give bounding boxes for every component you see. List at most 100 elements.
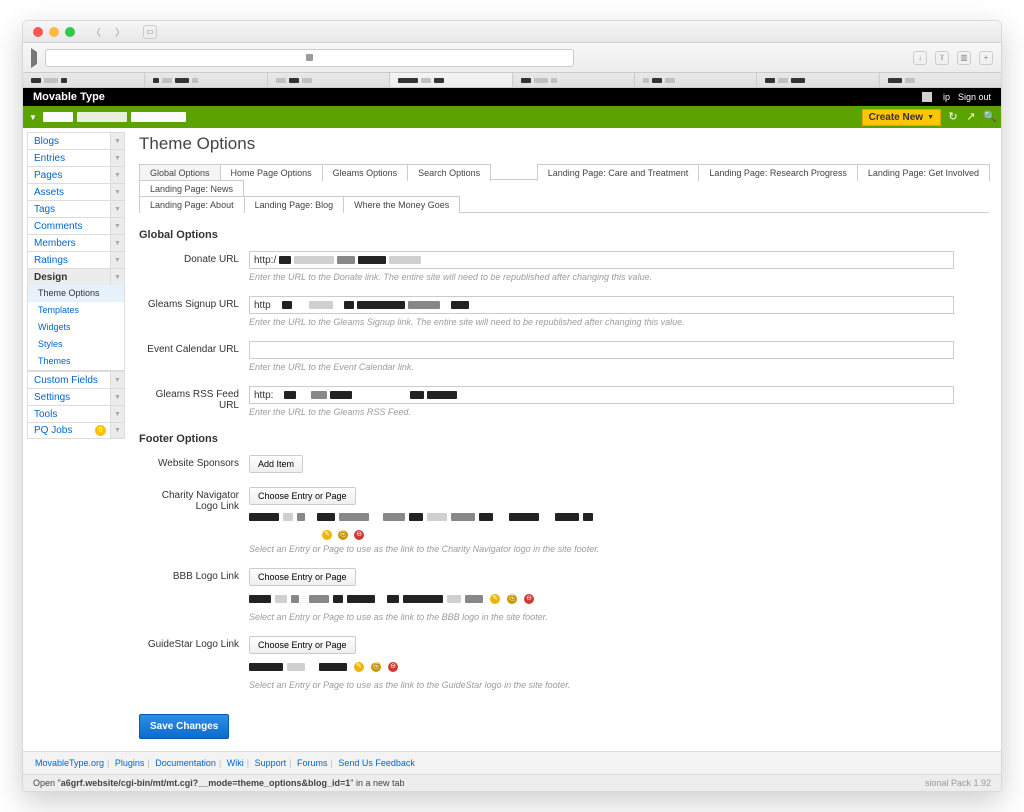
remove-icon[interactable]: ⊖ <box>354 530 364 540</box>
tab-global[interactable]: Global Options <box>139 164 221 181</box>
sidebar-item-design[interactable]: Design▼ <box>27 268 125 285</box>
address-bar[interactable] <box>45 49 574 67</box>
link-mt-org[interactable]: MovableType.org <box>35 758 104 768</box>
input-gleams-signup[interactable]: http <box>249 296 954 314</box>
sidebar-item-comments[interactable]: Comments▼ <box>27 217 125 234</box>
link-icon[interactable]: ⎘ <box>338 530 348 540</box>
sidebar-sub-design: Theme Options Templates Widgets Styles T… <box>27 285 125 371</box>
app-window: 〈 〉 ▭ ↓ ⇪ ▥ + Movable Type ip Sign out ▼ <box>22 20 1002 792</box>
tab-lp-blog[interactable]: Landing Page: Blog <box>244 196 345 213</box>
tab-home[interactable]: Home Page Options <box>220 164 323 181</box>
reader-icon[interactable] <box>31 52 37 64</box>
browser-tab[interactable] <box>268 73 390 87</box>
save-button[interactable]: Save Changes <box>139 714 229 739</box>
hint-charity-nav: Select an Entry or Page to use as the li… <box>249 544 989 554</box>
label-guidestar: GuideStar Logo Link <box>139 636 249 690</box>
label-donate-url: Donate URL <box>139 251 249 282</box>
scope-chevron-icon[interactable]: ▼ <box>29 113 37 122</box>
status-bar: Open "a6grf.website/cgi-bin/mt/mt.cgi?__… <box>23 774 1001 791</box>
tab-lp-money[interactable]: Where the Money Goes <box>343 196 460 213</box>
sidebar-item-custom-fields[interactable]: Custom Fields▼ <box>27 371 125 388</box>
tab-lp-involved[interactable]: Landing Page: Get Involved <box>857 164 990 181</box>
mt-header: Movable Type ip Sign out <box>23 88 1001 106</box>
tab-search[interactable]: Search Options <box>407 164 491 181</box>
btn-choose-charity[interactable]: Choose Entry or Page <box>249 487 356 505</box>
browser-tab[interactable] <box>635 73 757 87</box>
browser-tab[interactable] <box>23 73 145 87</box>
remove-icon[interactable]: ⊖ <box>388 662 398 672</box>
edit-icon[interactable]: ✎ <box>490 594 500 604</box>
tab-lp-news[interactable]: Landing Page: News <box>139 180 244 197</box>
browser-tab[interactable] <box>880 73 1001 87</box>
tabs-icon[interactable]: ▥ <box>957 51 971 65</box>
link-forums[interactable]: Forums <box>297 758 328 768</box>
sidebar-item-blogs[interactable]: Blogs▼ <box>27 132 125 149</box>
sidebar: Blogs▼ Entries▼ Pages▼ Assets▼ Tags▼ Com… <box>23 128 125 751</box>
sidebar-sub-themes[interactable]: Themes <box>28 353 124 370</box>
browser-tab[interactable] <box>145 73 267 87</box>
sidebar-item-tools[interactable]: Tools▼ <box>27 405 125 422</box>
hint-rss-feed: Enter the URL to the Gleams RSS Feed. <box>249 407 989 417</box>
nav-back-icon[interactable]: 〈 <box>91 24 101 39</box>
label-event-cal: Event Calendar URL <box>139 341 249 372</box>
sidebar-item-entries[interactable]: Entries▼ <box>27 149 125 166</box>
browser-tab[interactable] <box>513 73 635 87</box>
label-gleams-signup: Gleams Signup URL <box>139 296 249 327</box>
btn-choose-bbb[interactable]: Choose Entry or Page <box>249 568 356 586</box>
user-link[interactable]: ip <box>943 92 950 102</box>
main-content: Theme Options Global Options Home Page O… <box>125 128 1001 751</box>
btn-choose-guidestar[interactable]: Choose Entry or Page <box>249 636 356 654</box>
zoom-dot[interactable] <box>65 27 75 37</box>
downloads-icon[interactable]: ↓ <box>913 51 927 65</box>
tab-lp-about[interactable]: Landing Page: About <box>139 196 245 213</box>
input-donate-url[interactable]: http:/ <box>249 251 954 269</box>
link-icon[interactable]: ⎘ <box>507 594 517 604</box>
link-feedback[interactable]: Send Us Feedback <box>338 758 415 768</box>
tab-lp-care[interactable]: Landing Page: Care and Treatment <box>537 164 700 181</box>
share-icon[interactable]: ⇪ <box>935 51 949 65</box>
sidebar-sub-styles[interactable]: Styles <box>28 336 124 353</box>
section-global-title: Global Options <box>139 229 989 241</box>
sidebar-item-pq-jobs[interactable]: PQ Jobs0▼ <box>27 422 125 439</box>
browser-tab[interactable] <box>390 73 512 87</box>
link-docs[interactable]: Documentation <box>155 758 216 768</box>
signout-link[interactable]: Sign out <box>958 92 991 102</box>
sidebar-sub-templates[interactable]: Templates <box>28 302 124 319</box>
link-wiki[interactable]: Wiki <box>227 758 244 768</box>
sidebar-item-settings[interactable]: Settings▼ <box>27 388 125 405</box>
link-support[interactable]: Support <box>255 758 287 768</box>
label-sponsors: Website Sponsors <box>139 455 249 473</box>
link-icon[interactable]: ⎘ <box>371 662 381 672</box>
input-rss-feed[interactable]: http: <box>249 386 954 404</box>
linked-entry-charity <box>249 513 989 521</box>
create-new-button[interactable]: Create New▼ <box>862 109 941 126</box>
sidebar-icon[interactable]: ▭ <box>143 25 157 39</box>
search-icon[interactable]: 🔍 <box>983 111 995 123</box>
close-dot[interactable] <box>33 27 43 37</box>
sidebar-item-tags[interactable]: Tags▼ <box>27 200 125 217</box>
edit-icon[interactable]: ✎ <box>322 530 332 540</box>
edit-icon[interactable]: ✎ <box>354 662 364 672</box>
sidebar-sub-widgets[interactable]: Widgets <box>28 319 124 336</box>
new-tab-icon[interactable]: + <box>979 51 993 65</box>
minimize-dot[interactable] <box>49 27 59 37</box>
sidebar-item-ratings[interactable]: Ratings▼ <box>27 251 125 268</box>
refresh-icon[interactable]: ↻ <box>947 111 959 123</box>
tab-gleams[interactable]: Gleams Options <box>322 164 409 181</box>
footer-links: MovableType.org| Plugins| Documentation|… <box>23 751 1001 774</box>
link-plugins[interactable]: Plugins <box>115 758 145 768</box>
scope-bar: ▼ Create New▼ ↻ ↗ 🔍 <box>23 106 1001 128</box>
sidebar-item-members[interactable]: Members▼ <box>27 234 125 251</box>
sidebar-sub-theme-options[interactable]: Theme Options <box>28 285 124 302</box>
publish-icon[interactable]: ↗ <box>965 111 977 123</box>
input-event-cal[interactable] <box>249 341 954 359</box>
remove-icon[interactable]: ⊖ <box>524 594 534 604</box>
nav-forward-icon[interactable]: 〉 <box>115 24 125 39</box>
browser-tabs <box>23 73 1001 88</box>
tab-lp-research[interactable]: Landing Page: Research Progress <box>698 164 858 181</box>
avatar-icon[interactable] <box>922 92 932 102</box>
browser-tab[interactable] <box>757 73 879 87</box>
btn-add-item[interactable]: Add Item <box>249 455 303 473</box>
sidebar-item-pages[interactable]: Pages▼ <box>27 166 125 183</box>
sidebar-item-assets[interactable]: Assets▼ <box>27 183 125 200</box>
